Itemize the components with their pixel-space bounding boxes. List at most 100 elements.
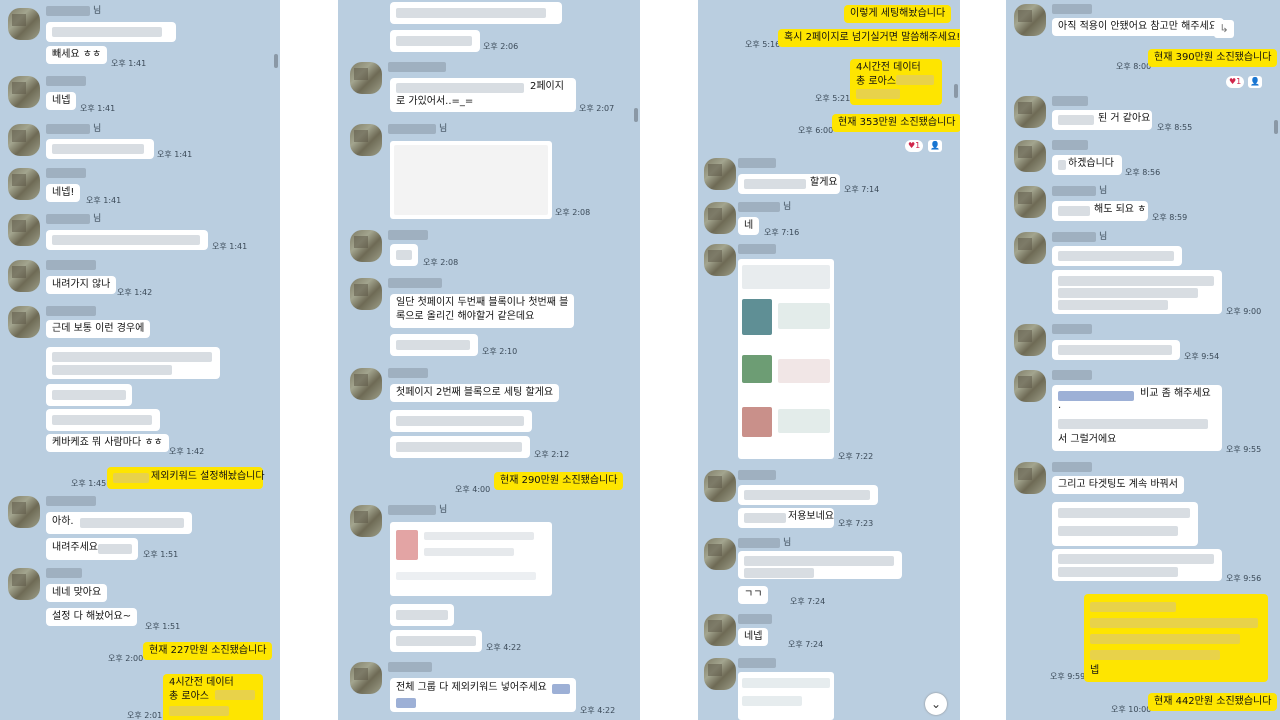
message-bubble[interactable]: 2페이지 로 가있어서..=_= xyxy=(390,78,576,112)
message-bubble[interactable]: 해도 되요 ㅎ xyxy=(1052,201,1148,221)
my-message-bubble[interactable]: 현재 227만원 소진됐습니다 xyxy=(143,642,273,660)
message-bubble[interactable]: 네넵 xyxy=(46,92,77,110)
scrollbar-thumb[interactable] xyxy=(1274,120,1278,134)
message-bubble[interactable]: 하겠습니다 xyxy=(1052,155,1122,175)
my-message-bubble[interactable]: 제외키워드 설정해놨습니다 xyxy=(107,467,265,489)
message-bubble[interactable] xyxy=(46,384,132,406)
chat-panel-2[interactable]: 오후 2:06 2페이지 로 가있어서..=_= 오후 2:07 님 오후 2:0… xyxy=(338,0,640,720)
message-bubble[interactable]: 근데 보통 이런 경우에 xyxy=(46,320,151,338)
image-message[interactable] xyxy=(738,672,834,720)
my-message-bubble[interactable]: 현재 390만원 소진됐습니다 xyxy=(1148,49,1278,67)
message-bubble[interactable]: 아하. xyxy=(46,512,192,534)
message-bubble[interactable]: 비교 좀 해주세요. 서 그럴거에요 xyxy=(1052,385,1222,451)
message-bubble[interactable]: 네넵! xyxy=(46,184,81,202)
my-message-bubble[interactable]: 4시간전 데이터 총 로아스 xyxy=(850,59,942,105)
my-message-bubble[interactable]: 넵 xyxy=(1084,594,1268,682)
message-bubble[interactable] xyxy=(46,230,208,250)
message-bubble[interactable]: 일단 첫페이지 두번째 블록이나 첫번째 블 록으로 올리긴 해야할거 같은데요 xyxy=(390,294,574,328)
message-bubble[interactable] xyxy=(390,30,480,52)
person-icon[interactable]: 👤 xyxy=(1248,76,1262,88)
scroll-down-button[interactable]: ⌄ xyxy=(925,693,947,715)
scrollbar-thumb[interactable] xyxy=(634,108,638,122)
avatar[interactable] xyxy=(8,76,40,108)
message-bubble[interactable]: 네네 맞아요 xyxy=(46,584,108,602)
avatar[interactable] xyxy=(8,214,40,246)
avatar[interactable] xyxy=(1014,186,1046,218)
message-bubble[interactable] xyxy=(46,22,176,42)
message-bubble[interactable] xyxy=(738,485,878,505)
message-bubble[interactable] xyxy=(390,2,562,24)
message-bubble[interactable] xyxy=(738,551,902,579)
message-bubble[interactable] xyxy=(1052,246,1182,266)
avatar[interactable] xyxy=(8,8,40,40)
message-bubble[interactable]: 된 거 같아요 xyxy=(1052,110,1152,130)
my-message-bubble[interactable]: 현재 290만원 소진됐습니다 xyxy=(494,472,624,490)
avatar[interactable] xyxy=(1014,370,1046,402)
message-bubble[interactable]: 설정 다 해놨어요~ xyxy=(46,608,138,626)
message-bubble[interactable] xyxy=(46,139,154,159)
avatar[interactable] xyxy=(704,658,736,690)
chat-panel-3[interactable]: 이렇게 세팅해놨습니다 오후 5:16 혹시 2페이지로 넘기실거면 말씀해주세… xyxy=(698,0,960,720)
avatar[interactable] xyxy=(350,662,382,694)
message-bubble[interactable]: 할게요 xyxy=(738,174,840,194)
avatar[interactable] xyxy=(1014,140,1046,172)
my-message-bubble[interactable]: 4시간전 데이터 총 로아스 xyxy=(163,674,263,720)
avatar[interactable] xyxy=(1014,4,1046,36)
avatar[interactable] xyxy=(1014,232,1046,264)
message-bubble[interactable]: 빼세요 ㅎㅎ xyxy=(46,46,108,64)
avatar[interactable] xyxy=(704,614,736,646)
message-bubble[interactable] xyxy=(390,436,530,458)
message-bubble[interactable] xyxy=(390,604,454,626)
my-message-bubble[interactable]: 이렇게 세팅해놨습니다 xyxy=(844,5,952,23)
avatar[interactable] xyxy=(350,62,382,94)
message-bubble[interactable]: 내려주세요 xyxy=(46,538,138,560)
message-bubble[interactable] xyxy=(390,334,478,356)
avatar[interactable] xyxy=(8,168,40,200)
avatar[interactable] xyxy=(8,260,40,292)
image-message[interactable] xyxy=(390,522,552,596)
avatar[interactable] xyxy=(704,538,736,570)
message-bubble[interactable]: 케바케죠 뭐 사람마다 ㅎㅎ xyxy=(46,434,169,452)
my-message-bubble[interactable]: 혹시 2페이지로 넘기실거면 말씀해주세요! xyxy=(778,29,960,47)
avatar[interactable] xyxy=(704,202,736,234)
avatar[interactable] xyxy=(8,568,40,600)
image-message[interactable] xyxy=(390,141,552,219)
chat-panel-4[interactable]: 아직 적용이 안됐어요 참고만 해주세요 ↳ 오후 8:00 현재 390만원 … xyxy=(1006,0,1280,720)
forward-icon[interactable]: ↳ xyxy=(1214,20,1234,38)
message-bubble[interactable] xyxy=(46,409,160,431)
message-bubble[interactable]: 첫페이지 2번째 블록으로 세팅 할게요 xyxy=(390,384,560,402)
message-bubble[interactable] xyxy=(1052,270,1222,314)
message-bubble[interactable] xyxy=(1052,549,1222,581)
avatar[interactable] xyxy=(350,368,382,400)
avatar[interactable] xyxy=(8,496,40,528)
message-bubble[interactable]: 내려가지 않나 xyxy=(46,276,117,294)
message-bubble[interactable] xyxy=(390,630,482,652)
image-message[interactable] xyxy=(738,259,834,459)
avatar[interactable] xyxy=(704,244,736,276)
avatar[interactable] xyxy=(704,470,736,502)
message-bubble[interactable] xyxy=(390,244,418,266)
avatar[interactable] xyxy=(350,278,382,310)
avatar[interactable] xyxy=(8,306,40,338)
avatar[interactable] xyxy=(350,230,382,262)
message-bubble[interactable]: ㄱㄱ xyxy=(738,586,769,604)
my-message-bubble[interactable]: 현재 353만원 소진됐습니다 xyxy=(832,114,960,132)
reaction-badge[interactable]: ♥1 xyxy=(905,140,924,152)
message-bubble[interactable] xyxy=(1052,502,1198,546)
message-bubble[interactable]: 네넵 xyxy=(738,628,769,646)
message-bubble[interactable] xyxy=(46,347,220,379)
message-bubble[interactable]: 저용보네요 xyxy=(738,508,834,528)
message-bubble[interactable] xyxy=(1052,340,1180,360)
avatar[interactable] xyxy=(1014,462,1046,494)
chat-panel-1[interactable]: 님 빼세요 ㅎㅎ 오후 1:41 네넵 오후 1:41 님 오후 1:41 네넵… xyxy=(0,0,280,720)
reaction-badge[interactable]: ♥1 xyxy=(1226,76,1245,88)
avatar[interactable] xyxy=(350,505,382,537)
scrollbar-thumb[interactable] xyxy=(954,84,958,98)
avatar[interactable] xyxy=(350,124,382,156)
message-bubble[interactable]: 아직 적용이 안됐어요 참고만 해주세요 xyxy=(1052,18,1224,36)
avatar[interactable] xyxy=(8,124,40,156)
person-icon[interactable]: 👤 xyxy=(928,140,942,152)
avatar[interactable] xyxy=(1014,96,1046,128)
scrollbar-thumb[interactable] xyxy=(274,54,278,68)
message-bubble[interactable]: 전체 그룹 다 제외키워드 넣어주세요 xyxy=(390,678,576,712)
